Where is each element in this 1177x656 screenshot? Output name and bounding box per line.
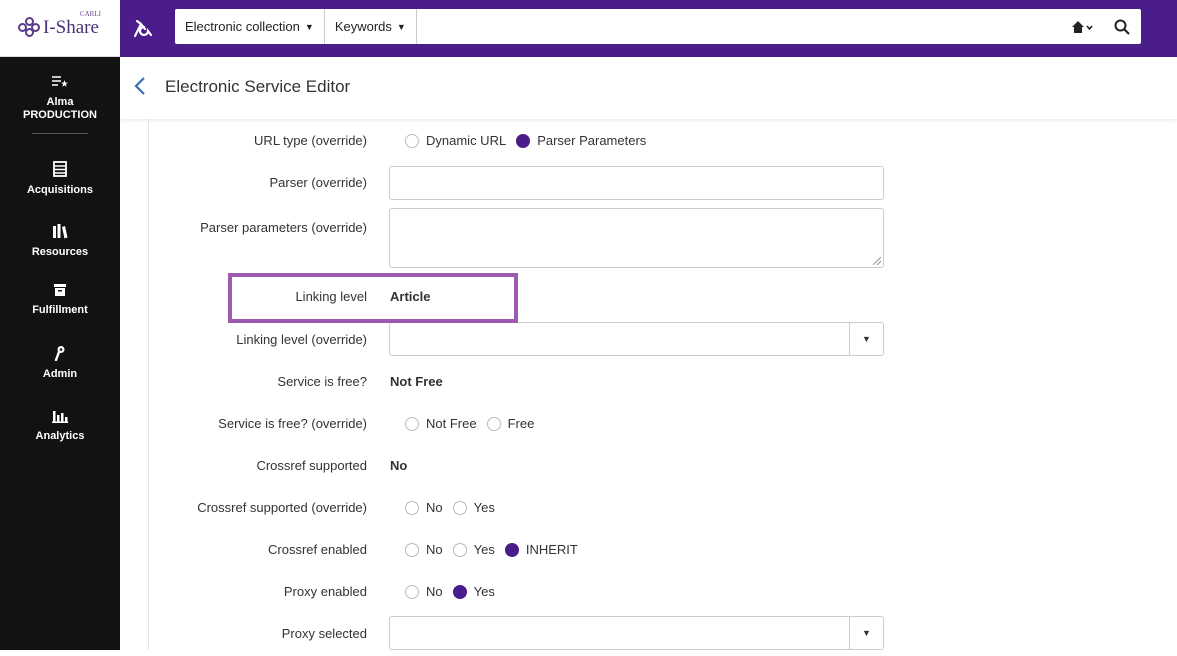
chevron-down-icon[interactable]: ▼ (849, 617, 883, 649)
nav-label-acquisitions: Acquisitions (26, 184, 93, 196)
value-service-free: Not Free (390, 374, 443, 389)
label-service-free: Service is free? (277, 374, 367, 389)
search-field-label: Keywords (334, 19, 392, 34)
nav-label-analytics: Analytics (35, 430, 85, 442)
radio-label-parser-parameters: Parser Parameters (537, 133, 647, 148)
nav-label-alma: Alma PRODUCTION (23, 96, 97, 121)
radio-crossref-enabled-inherit[interactable] (504, 542, 519, 557)
radio-not-free[interactable] (405, 416, 419, 431)
fulfillment-icon (0, 283, 120, 301)
radio-label-free: Free (507, 416, 535, 431)
search-input[interactable] (416, 9, 1061, 44)
acquisitions-icon (0, 161, 120, 181)
label-service-free-override: Service is free? (override) (218, 416, 367, 431)
logo-emblem-icon (18, 17, 40, 39)
admin-icon (0, 345, 120, 365)
main-content: Electronic Service Editor URL type (over… (120, 57, 1177, 650)
resize-handle[interactable] (873, 257, 881, 265)
proxy-selected-select[interactable]: ▼ (389, 616, 884, 650)
radio-label-no: No (426, 542, 443, 557)
radio-dynamic-url[interactable] (405, 133, 419, 148)
radio-label-no: No (426, 584, 443, 599)
row-url-type: URL type (override) Dynamic URL Parser P… (120, 133, 1177, 163)
radio-parser-parameters[interactable] (516, 133, 531, 148)
logo[interactable]: I-Share CARLI (0, 0, 120, 57)
radio-label-inherit: INHERIT (525, 542, 578, 557)
nav-item-analytics[interactable]: Analytics (0, 409, 120, 443)
page-header: Electronic Service Editor (120, 57, 1177, 119)
left-nav: Alma PRODUCTION Acquisitions Resources F… (0, 57, 120, 650)
url-type-radio-group: Dynamic URL Parser Parameters (405, 133, 656, 148)
proxy-enabled-radio-group: No Yes (405, 584, 505, 599)
search-scope-label: Electronic collection (185, 19, 300, 34)
search-icon (1114, 19, 1130, 35)
logo-sup: CARLI (79, 10, 101, 18)
crossref-enabled-radio-group: No Yes INHERIT (405, 542, 588, 557)
parser-parameters-textarea[interactable] (389, 208, 884, 268)
search-scope-dropdown[interactable]: Electronic collection ▼ (175, 9, 325, 44)
label-linking-level-override: Linking level (override) (236, 332, 367, 347)
back-button[interactable] (133, 76, 153, 100)
radio-crossref-enabled-yes[interactable] (452, 542, 467, 557)
label-crossref-enabled: Crossref enabled (268, 542, 367, 557)
alma-star-icon (0, 75, 120, 93)
radio-label-dynamic-url: Dynamic URL (426, 133, 507, 148)
label-crossref-supported: Crossref supported (256, 458, 367, 473)
label-proxy-enabled: Proxy enabled (283, 584, 367, 599)
logo-text: I-Share CARLI (43, 10, 101, 38)
search-bar: Electronic collection ▼ Keywords ▼ (175, 9, 1141, 44)
nav-divider (32, 133, 88, 134)
radio-label-yes: Yes (473, 584, 495, 599)
chevron-left-icon (134, 77, 145, 95)
row-service-free-override: Service is free? (override) Not Free Fre… (120, 416, 1177, 446)
linking-level-select[interactable]: ▼ (389, 322, 884, 356)
chevron-down-icon[interactable]: ▼ (849, 323, 883, 355)
label-crossref-supported-override: Crossref supported (override) (197, 500, 367, 515)
nav-item-fulfillment[interactable]: Fulfillment (0, 283, 120, 317)
radio-crossref-supported-yes[interactable] (452, 500, 467, 515)
radio-crossref-enabled-no[interactable] (405, 542, 419, 557)
service-free-radio-group: Not Free Free (405, 416, 544, 431)
row-proxy-enabled: Proxy enabled No Yes (120, 584, 1177, 614)
row-crossref-supported: Crossref supported No (120, 458, 1177, 488)
home-icon (1072, 20, 1093, 33)
nav-item-acquisitions[interactable]: Acquisitions (0, 161, 120, 197)
label-proxy-selected: Proxy selected (281, 626, 367, 641)
value-crossref-supported: No (390, 458, 408, 473)
home-menu-button[interactable] (1061, 9, 1103, 44)
radio-proxy-no[interactable] (405, 584, 419, 599)
radio-label-yes: Yes (473, 500, 495, 515)
persona-search-icon[interactable] (132, 18, 154, 40)
label-url-type: URL type (override) (254, 133, 367, 148)
radio-free[interactable] (486, 416, 501, 431)
resources-icon (0, 223, 120, 243)
radio-label-yes: Yes (473, 542, 495, 557)
top-bar: I-Share CARLI Electronic collection ▼ Key… (0, 0, 1177, 57)
row-crossref-enabled: Crossref enabled No Yes INHERIT (120, 542, 1177, 572)
radio-label-no: No (426, 500, 443, 515)
chevron-down-icon: ▼ (396, 21, 406, 32)
row-service-free: Service is free? Not Free (120, 374, 1177, 404)
radio-label-not-free: Not Free (426, 416, 477, 431)
nav-item-alma-production[interactable]: Alma PRODUCTION (0, 75, 120, 122)
nav-item-resources[interactable]: Resources (0, 223, 120, 259)
label-parser-parameters: Parser parameters (override) (200, 220, 367, 235)
radio-crossref-supported-no[interactable] (405, 500, 419, 515)
nav-label-resources: Resources (31, 246, 89, 258)
row-crossref-supported-override: Crossref supported (override) No Yes (120, 500, 1177, 530)
analytics-icon (0, 409, 120, 427)
page-title: Electronic Service Editor (165, 77, 351, 96)
nav-label-fulfillment: Fulfillment (32, 304, 88, 316)
parser-input[interactable] (389, 166, 884, 200)
search-button[interactable] (1103, 9, 1141, 44)
search-field-dropdown[interactable]: Keywords ▼ (325, 9, 417, 44)
highlight-box (228, 273, 518, 323)
nav-item-admin[interactable]: Admin (0, 345, 120, 381)
label-parser: Parser (override) (269, 175, 367, 190)
radio-proxy-yes[interactable] (452, 584, 467, 599)
chevron-down-icon: ▼ (304, 21, 314, 32)
crossref-supported-radio-group: No Yes (405, 500, 505, 515)
nav-label-admin: Admin (42, 368, 78, 380)
